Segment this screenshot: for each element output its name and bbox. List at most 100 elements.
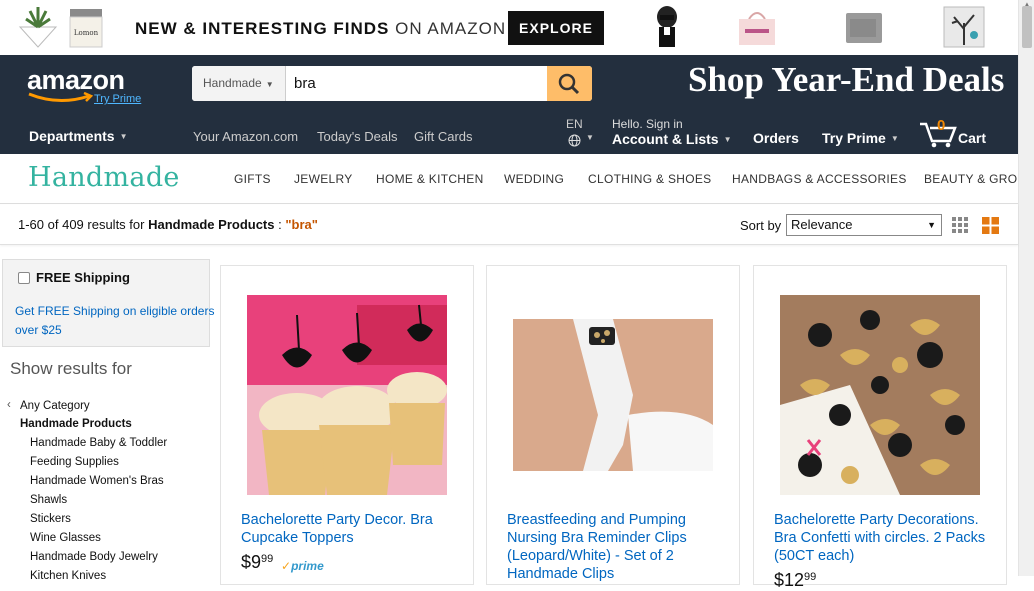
orders-link[interactable]: Orders bbox=[753, 130, 799, 146]
nav-link-your-amazon[interactable]: Your Amazon.com bbox=[193, 129, 298, 144]
product-price: $999 bbox=[241, 552, 273, 573]
category-handbags-accessories[interactable]: HANDBAGS & ACCESSORIES bbox=[732, 172, 907, 186]
tote-bag-thumbnail[interactable] bbox=[735, 5, 779, 49]
subcategory-item[interactable]: Stickers bbox=[30, 513, 71, 525]
top-ad-banner: Lomon NEW & INTERESTING FINDS ON AMAZON … bbox=[0, 0, 1018, 55]
category-beauty-grocery[interactable]: BEAUTY & GROC bbox=[924, 172, 1018, 186]
chevron-down-icon: ▼ bbox=[586, 133, 594, 142]
free-shipping-filter: FREE Shipping Get FREE Shipping on eligi… bbox=[2, 259, 214, 347]
results-query: "bra" bbox=[285, 217, 318, 232]
category-any[interactable]: Any Category bbox=[20, 400, 90, 412]
amazon-smile-icon bbox=[28, 92, 94, 102]
account-greeting: Hello. Sign in bbox=[612, 117, 683, 131]
candle-thumbnail[interactable]: Lomon bbox=[64, 5, 108, 49]
amazon-logo-text: amazon bbox=[27, 65, 125, 95]
laptop-sleeve-thumbnail[interactable] bbox=[842, 5, 886, 49]
chevron-down-icon: ▼ bbox=[265, 80, 274, 89]
results-separator: : bbox=[274, 217, 286, 232]
subcategory-item[interactable]: Handmade Body Jewelry bbox=[30, 551, 158, 563]
subcategory-item[interactable]: Feeding Supplies bbox=[30, 456, 119, 468]
subcategory-item[interactable]: Handmade Baby & Toddler bbox=[30, 437, 167, 449]
prime-check-icon: ✓ bbox=[281, 559, 292, 573]
search-department-select[interactable]: Handmade ▼ bbox=[192, 66, 286, 101]
cart-label: Cart bbox=[958, 130, 987, 146]
departments-label: Departments bbox=[29, 128, 115, 144]
category-jewelry[interactable]: JEWELRY bbox=[294, 172, 353, 186]
search-icon bbox=[558, 73, 580, 95]
category-wedding[interactable]: WEDDING bbox=[504, 172, 564, 186]
banner-headline-light: ON AMAZON bbox=[395, 19, 507, 38]
sort-select-value: Relevance bbox=[791, 217, 853, 232]
nav-link-gift-cards[interactable]: Gift Cards bbox=[414, 129, 473, 144]
page-scrollbar[interactable]: ▲ bbox=[1018, 0, 1034, 576]
amazon-logo[interactable]: amazon Try Prime bbox=[27, 65, 141, 105]
globe-icon bbox=[568, 134, 581, 147]
category-current: Handmade Products bbox=[20, 418, 132, 430]
prime-badge: ✓prime bbox=[281, 559, 324, 573]
price-fraction: 99 bbox=[804, 571, 817, 583]
search-department-value: Handmade bbox=[203, 76, 262, 90]
show-results-heading: Show results for bbox=[10, 359, 132, 378]
grid-view-large-icon[interactable] bbox=[982, 217, 999, 234]
results-count-text: 1-60 of 409 results for bbox=[18, 217, 149, 232]
search-input[interactable] bbox=[286, 66, 546, 101]
free-shipping-link[interactable]: Get FREE Shipping on eligible orders ove… bbox=[15, 302, 215, 340]
free-shipping-checkbox[interactable] bbox=[18, 272, 30, 284]
nav-link-todays-deals[interactable]: Today's Deals bbox=[317, 129, 398, 144]
product-title-link[interactable]: Bachelorette Party Decorations. Bra Conf… bbox=[774, 511, 1004, 565]
subcategory-item[interactable]: Wine Glasses bbox=[30, 532, 101, 544]
figurine-thumbnail[interactable] bbox=[645, 5, 689, 49]
chevron-down-icon: ▼ bbox=[723, 135, 732, 144]
product-card[interactable]: Bachelorette Party Decor. Bra Cupcake To… bbox=[220, 265, 474, 585]
plant-holder-thumbnail[interactable] bbox=[16, 5, 60, 49]
product-price: $1299 bbox=[774, 570, 816, 591]
nav-secondary-row: Departments ▼ Your Amazon.com Today's Dea… bbox=[0, 115, 1018, 154]
subcategory-item[interactable]: Kitchen Knives bbox=[30, 570, 106, 582]
sort-select[interactable]: Relevance ▼ bbox=[786, 214, 942, 236]
results-store: Handmade Products bbox=[148, 217, 275, 232]
free-shipping-label[interactable]: FREE Shipping bbox=[36, 270, 130, 285]
results-count: 1-60 of 409 results for Handmade Product… bbox=[18, 217, 318, 232]
explore-button[interactable]: EXPLORE bbox=[508, 11, 604, 45]
language-selector[interactable]: EN ▼ bbox=[566, 117, 594, 147]
product-title-link[interactable]: Bachelorette Party Decor. Bra Cupcake To… bbox=[241, 511, 471, 547]
chevron-down-icon: ▼ bbox=[119, 132, 128, 141]
account-menu[interactable]: Hello. Sign in Account & Lists ▼ bbox=[612, 117, 732, 147]
departments-menu[interactable]: Departments ▼ bbox=[29, 128, 128, 144]
product-image-nursing-clips[interactable] bbox=[513, 295, 713, 495]
grid-view-small-icon[interactable] bbox=[952, 217, 969, 234]
scrollbar-thumb[interactable] bbox=[1022, 6, 1032, 48]
category-home-kitchen[interactable]: HOME & KITCHEN bbox=[376, 172, 484, 186]
results-summary-bar: 1-60 of 409 results for Handmade Product… bbox=[0, 205, 1018, 245]
svg-text:Lomon: Lomon bbox=[74, 29, 99, 37]
product-image-cupcake-toppers[interactable] bbox=[247, 295, 447, 495]
promo-headline[interactable]: Shop Year-End Deals bbox=[688, 60, 1004, 100]
price-whole: $12 bbox=[774, 570, 805, 590]
category-gifts[interactable]: GIFTS bbox=[234, 172, 271, 186]
try-prime-label: Try Prime bbox=[822, 130, 886, 146]
chevron-down-icon: ▼ bbox=[927, 220, 936, 230]
search-button[interactable] bbox=[547, 66, 592, 101]
main-nav: amazon Try Prime Handmade▼ Shop Year-End… bbox=[0, 55, 1018, 154]
account-label: Account & Lists bbox=[612, 131, 719, 147]
chevron-left-icon: ‹ bbox=[7, 399, 11, 411]
filter-sidebar: FREE Shipping Get FREE Shipping on eligi… bbox=[0, 259, 214, 582]
try-prime-link[interactable]: Try Prime bbox=[94, 93, 141, 105]
chevron-down-icon: ▼ bbox=[890, 134, 899, 143]
subcategory-item[interactable]: Shawls bbox=[30, 494, 67, 506]
prime-badge-label: prime bbox=[291, 559, 324, 573]
product-card[interactable]: Bachelorette Party Decorations. Bra Conf… bbox=[753, 265, 1007, 590]
price-fraction: 99 bbox=[261, 553, 274, 565]
handmade-logo[interactable]: Handmade bbox=[28, 162, 180, 193]
product-image-bra-confetti[interactable] bbox=[780, 295, 980, 495]
search-bar: Handmade ▼ bbox=[192, 66, 592, 101]
category-clothing-shoes[interactable]: CLOTHING & SHOES bbox=[588, 172, 712, 186]
product-title-link[interactable]: Breastfeeding and Pumping Nursing Bra Re… bbox=[507, 511, 737, 583]
cart-button[interactable]: 0 Cart bbox=[918, 117, 986, 154]
price-whole: $9 bbox=[241, 552, 262, 572]
language-label: EN bbox=[566, 117, 583, 131]
product-card[interactable]: Breastfeeding and Pumping Nursing Bra Re… bbox=[486, 265, 740, 585]
art-print-thumbnail[interactable] bbox=[942, 5, 986, 49]
subcategory-item[interactable]: Handmade Women's Bras bbox=[30, 475, 164, 487]
try-prime-menu[interactable]: Try Prime ▼ bbox=[822, 130, 899, 146]
